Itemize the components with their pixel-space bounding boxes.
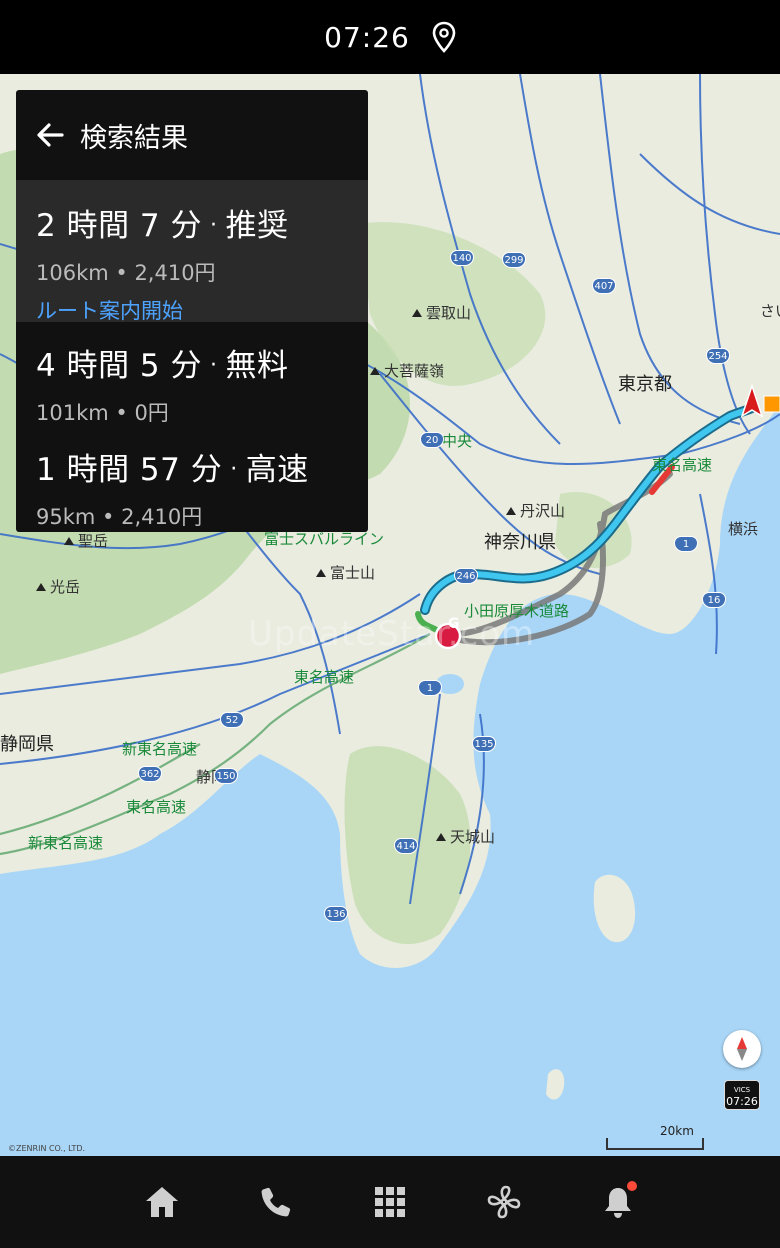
location-pin-icon [432, 21, 456, 53]
route-option-highway[interactable]: 1 時間 57 分 · 高速 95km • 2,410円 [16, 440, 368, 531]
mountain-icon [412, 309, 422, 317]
route-shield: 140 [450, 250, 474, 266]
route-meta: 106km • 2,410円 [36, 261, 216, 285]
watermark: UpdateStar.com [248, 614, 536, 654]
label-yokohama: 横浜 [728, 520, 759, 538]
mountain-icon [436, 833, 446, 841]
bottom-nav [0, 1156, 780, 1248]
start-guidance-link[interactable]: ルート案内開始 [36, 295, 348, 325]
route-meta: 95km • 2,410円 [36, 505, 203, 529]
label-saitama: さいた [760, 302, 780, 320]
route-shield: 362 [138, 766, 162, 782]
vics-indicator[interactable]: VICS 07:26 [724, 1080, 760, 1110]
route-shield: 20 [420, 432, 444, 448]
home-icon [146, 1187, 178, 1217]
route-shield: 1 [418, 680, 442, 696]
label-tokyo: 東京都 [618, 374, 672, 395]
route-shield: 299 [502, 252, 526, 268]
route-shield: 136 [324, 906, 348, 922]
route-shield: 16 [702, 592, 726, 608]
route-shield: 150 [214, 768, 238, 784]
panel-title: 検索結果 [80, 122, 188, 154]
mountain-icon [506, 507, 516, 515]
route-meta: 101km • 0円 [36, 401, 169, 425]
status-bar: 07:26 [0, 0, 780, 74]
label-hijiri: 聖岳 [64, 530, 108, 551]
arrow-left-icon[interactable] [34, 119, 66, 151]
search-results-panel: 検索結果 2 時間 7 分 · 推奨 106km • 2,410円 ルート案内開始 … [16, 90, 368, 532]
route-option-free[interactable]: 4 時間 5 分 · 無料 101km • 0円 [16, 322, 368, 440]
route-duration: 4 時間 5 分 · 無料 [36, 348, 289, 384]
route-shield: 414 [394, 838, 418, 854]
route-shield: 246 [454, 568, 478, 584]
panel-header: 検索結果 [16, 90, 368, 180]
label-tomei-east: 東名高速 [652, 456, 713, 474]
label-fuji: 富士山 [316, 562, 375, 583]
label-kanagawa: 神奈川県 [484, 532, 556, 553]
route-duration: 1 時間 57 分 · 高速 [36, 452, 309, 488]
label-kouji: 光岳 [36, 576, 80, 597]
mountain-icon [64, 537, 74, 545]
route-shield: 1 [674, 536, 698, 552]
route-shield: 52 [220, 712, 244, 728]
phone-button[interactable] [257, 1183, 295, 1221]
label-tanzawa: 丹沢山 [506, 500, 565, 521]
mountain-icon [36, 583, 46, 591]
mountain-icon [316, 569, 326, 577]
label-shintomei-2: 新東名高速 [28, 834, 104, 852]
notifications-button[interactable] [599, 1181, 637, 1221]
vics-time: 07:26 [726, 1095, 758, 1108]
route-shield: 135 [472, 736, 496, 752]
route-shield: 407 [592, 278, 616, 294]
label-kumotori: 雲取山 [412, 302, 471, 323]
climate-button[interactable] [485, 1183, 523, 1221]
phone-icon [261, 1187, 291, 1217]
scale-bar [606, 1138, 704, 1150]
label-shizuoka: 静岡県 [0, 734, 54, 755]
label-tomei-west: 東名高速 [294, 668, 355, 686]
scale-label: 20km [660, 1124, 694, 1138]
label-shintomei-1: 新東名高速 [122, 740, 198, 758]
mountain-icon [370, 367, 380, 375]
label-tomei-sw: 東名高速 [126, 798, 187, 816]
route-option-recommended[interactable]: 2 時間 7 分 · 推奨 106km • 2,410円 ルート案内開始 [16, 180, 368, 325]
label-daibosatsu: 大菩薩嶺 [370, 360, 444, 381]
compass-icon[interactable] [723, 1030, 761, 1068]
label-amagi: 天城山 [436, 826, 495, 847]
compass-needle [737, 1037, 747, 1061]
label-chuo: 中央 [442, 432, 473, 450]
apps-button[interactable] [371, 1183, 409, 1221]
map-copyright: ©ZENRIN CO., LTD. [8, 1144, 86, 1153]
status-time: 07:26 [324, 20, 410, 54]
notification-badge [627, 1181, 637, 1191]
route-duration: 2 時間 7 分 · 推奨 [36, 208, 289, 244]
route-shield: 254 [706, 348, 730, 364]
fan-icon [487, 1185, 521, 1219]
grid-icon [375, 1187, 405, 1217]
home-button[interactable] [143, 1183, 181, 1221]
